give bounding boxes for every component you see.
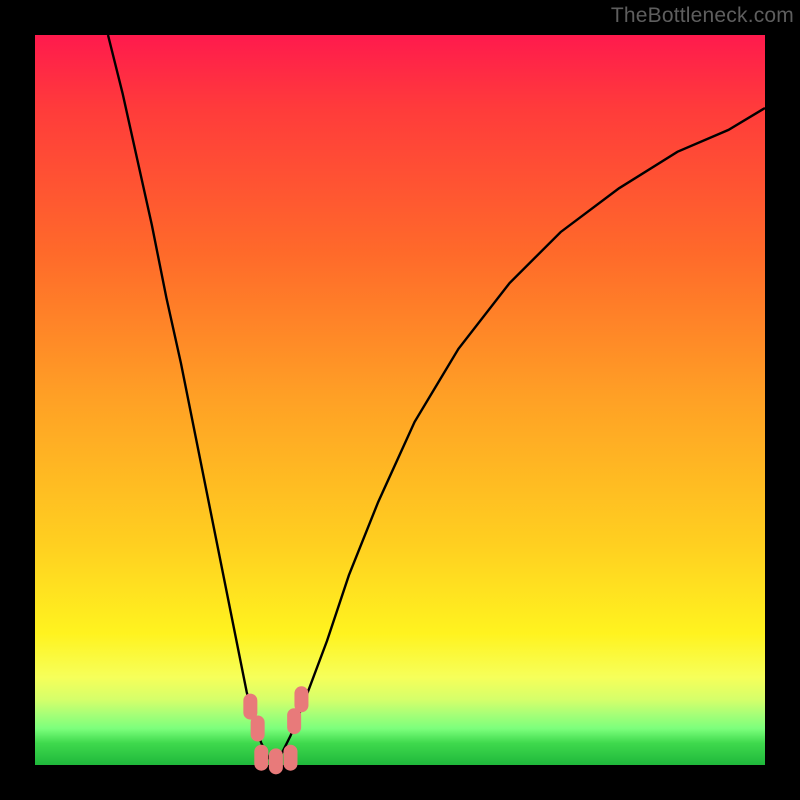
valley-marker <box>287 708 301 734</box>
bottleneck-curve <box>35 35 765 765</box>
valley-markers-group <box>243 686 308 774</box>
valley-marker <box>269 748 283 774</box>
valley-marker <box>243 694 257 720</box>
chart-container: TheBottleneck.com <box>0 0 800 800</box>
curve-right-branch <box>276 108 765 765</box>
valley-marker <box>294 686 308 712</box>
curve-left-branch <box>108 35 276 765</box>
watermark-label: TheBottleneck.com <box>611 4 794 28</box>
plot-area <box>35 35 765 765</box>
valley-marker <box>284 745 298 771</box>
valley-marker <box>251 716 265 742</box>
valley-marker <box>254 745 268 771</box>
